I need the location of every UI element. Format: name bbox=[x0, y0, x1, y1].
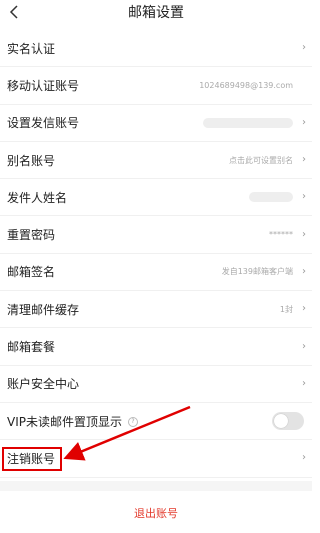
row-value: 点击此可设置别名 bbox=[229, 155, 293, 165]
row-sender-name[interactable]: 发件人姓名 › bbox=[0, 179, 312, 217]
chevron-right-icon: › bbox=[302, 42, 306, 54]
chevron-right-icon: › bbox=[302, 340, 306, 352]
row-label: 设置发信账号 bbox=[7, 116, 80, 131]
row-label: 账户安全中心 bbox=[7, 377, 80, 392]
row-label: 发件人姓名 bbox=[7, 190, 68, 205]
row-label: 实名认证 bbox=[7, 41, 56, 56]
row-label: 移动认证账号 bbox=[7, 78, 80, 93]
chevron-right-icon: › bbox=[302, 377, 306, 389]
row-vip-unread-top: VIP未读邮件置顶显示? bbox=[0, 403, 312, 441]
chevron-right-icon: › bbox=[302, 303, 306, 315]
row-value: ****** bbox=[269, 230, 293, 240]
blurred-value bbox=[249, 192, 293, 203]
logout-button[interactable]: 退出账号 bbox=[0, 498, 312, 528]
section-divider bbox=[0, 481, 312, 491]
page-title: 邮箱设置 bbox=[128, 5, 184, 21]
chevron-right-icon: › bbox=[302, 265, 306, 277]
row-label: 别名账号 bbox=[7, 153, 56, 168]
row-label: 清理邮件缓存 bbox=[7, 302, 80, 317]
row-mailbox-plan[interactable]: 邮箱套餐 › bbox=[0, 328, 312, 366]
blurred-value bbox=[203, 117, 293, 128]
row-mobile-auth-account[interactable]: 移动认证账号 1024689498@139.com bbox=[0, 67, 312, 105]
row-value: 发自139邮箱客户端 bbox=[221, 267, 293, 277]
row-label-text: VIP未读邮件置顶显示 bbox=[7, 414, 122, 429]
row-value: 1封 bbox=[279, 304, 293, 314]
header-bar: 邮箱设置 bbox=[0, 0, 312, 24]
row-label: VIP未读邮件置顶显示? bbox=[7, 413, 138, 430]
row-account-security-center[interactable]: 账户安全中心 › bbox=[0, 366, 312, 403]
vip-unread-top-toggle[interactable] bbox=[272, 412, 304, 431]
help-icon[interactable]: ? bbox=[128, 417, 138, 428]
row-alias-account[interactable]: 别名账号 点击此可设置别名 › bbox=[0, 142, 312, 180]
chevron-right-icon: › bbox=[302, 228, 306, 240]
chevron-right-icon: › bbox=[302, 191, 306, 203]
toggle-knob bbox=[274, 414, 288, 429]
settings-list: 实名认证 › 移动认证账号 1024689498@139.com 设置发信账号 … bbox=[0, 30, 312, 478]
row-clear-mail-cache[interactable]: 清理邮件缓存 1封 › bbox=[0, 291, 312, 329]
row-value: 1024689498@139.com bbox=[199, 80, 293, 90]
row-reset-password[interactable]: 重置密码 ****** › bbox=[0, 216, 312, 254]
chevron-right-icon: › bbox=[302, 154, 306, 166]
row-real-name-auth[interactable]: 实名认证 › bbox=[0, 30, 312, 68]
row-mail-signature[interactable]: 邮箱签名 发自139邮箱客户端 › bbox=[0, 254, 312, 292]
chevron-right-icon: › bbox=[302, 452, 306, 464]
annotation-highlight-box bbox=[2, 447, 62, 471]
chevron-right-icon: › bbox=[302, 116, 306, 128]
row-label: 邮箱签名 bbox=[7, 265, 56, 280]
back-button[interactable] bbox=[4, 0, 24, 24]
row-label: 重置密码 bbox=[7, 228, 56, 243]
row-label: 邮箱套餐 bbox=[7, 340, 56, 355]
chevron-left-icon bbox=[9, 5, 18, 19]
row-set-sending-account[interactable]: 设置发信账号 › bbox=[0, 105, 312, 142]
